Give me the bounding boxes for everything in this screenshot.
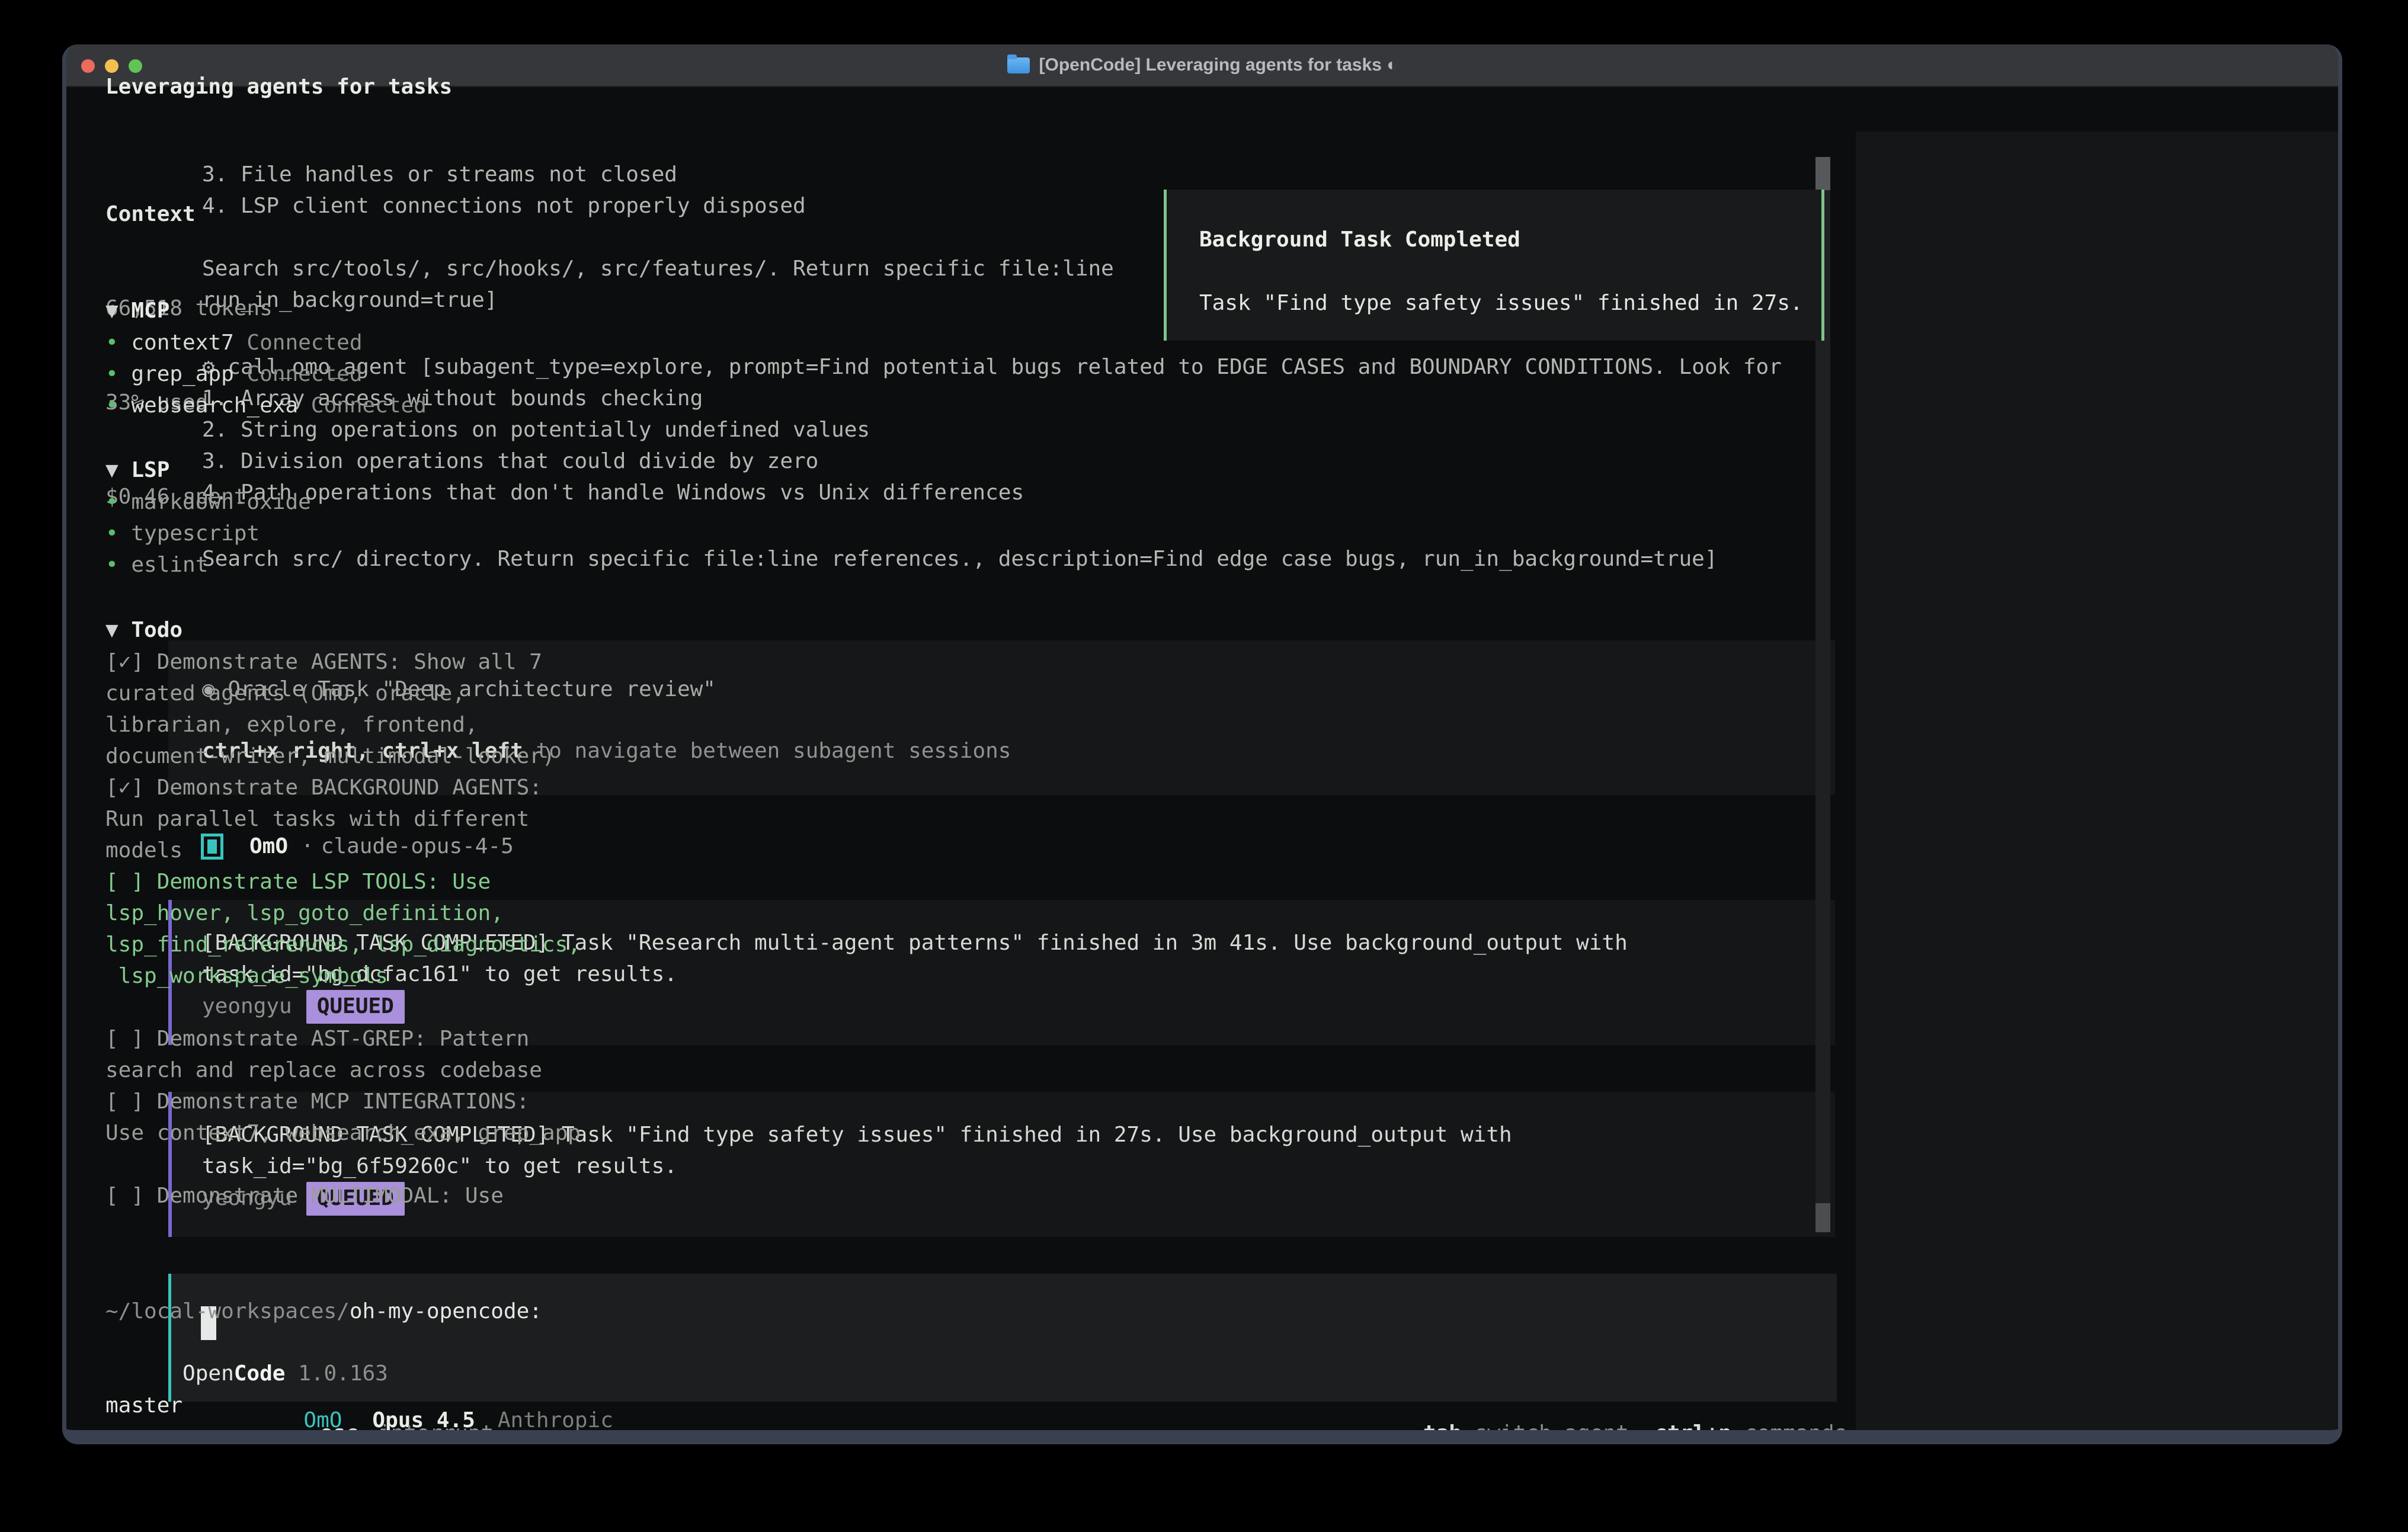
todo-list: [✓] Demonstrate AGENTS: Show all 7curate… [105, 646, 581, 1212]
todo-section-header[interactable]: ▼ Todo [105, 614, 182, 646]
notification-body: Task "Find type safety issues" finished … [1199, 287, 1803, 319]
lsp-list: • markdown-oxide• typescript• eslint [105, 486, 311, 581]
ctrlp-key-label: commands [1744, 1421, 1847, 1444]
todo-item-done: [✓] Demonstrate BACKGROUND AGENTS:Run pa… [105, 772, 581, 866]
lsp-item: • typescript [105, 518, 311, 549]
app-name: Open [182, 1361, 234, 1386]
context-heading: Context [105, 198, 273, 230]
session-title: Leveraging agents for tasks [105, 71, 452, 102]
mcp-item: • websearch_exa Connected [105, 390, 427, 421]
workspace-repo: oh-my-opencode: [350, 1299, 542, 1323]
bullet-icon: • [105, 521, 131, 546]
chevron-down-icon: ▼ [105, 299, 119, 323]
tab-key-label: switch agent [1475, 1421, 1629, 1444]
window-title: [OpenCode] Leveraging agents for tasks ◐ [1039, 55, 1398, 75]
tool-call-text: call_omo_agent [subagent_type=explore, p… [228, 355, 1782, 379]
todo-item-active: [ ] Demonstrate LSP TOOLS: Uselsp_hover,… [105, 866, 581, 992]
bullet-icon: • [105, 331, 131, 355]
chevron-down-icon: ▼ [105, 458, 119, 482]
todo-item-pending: [ ] Demonstrate AST-GREP: Patternsearch … [105, 1023, 581, 1086]
bullet-icon: • [105, 393, 131, 418]
mcp-item: • context7 Connected [105, 327, 427, 358]
app-version: OpenCode 1.0.163 [105, 1326, 388, 1421]
workspace-prefix: ~/local-workspaces/ [105, 1299, 350, 1323]
tool-call-footer: Search src/ directory. Return specific f… [202, 543, 1718, 575]
lsp-section-header[interactable]: ▼ LSP [105, 454, 169, 486]
app-name-bold: Code [234, 1361, 286, 1386]
desktop: [OpenCode] Leveraging agents for tasks ◐… [0, 0, 2408, 1532]
ctrlp-key-hint: ctrl+p [1654, 1421, 1731, 1444]
notification-toast: Background Task Completed Task "Find typ… [1164, 190, 1824, 341]
lsp-item: • eslint [105, 549, 311, 581]
chat-scrollbar-thumb-top[interactable] [1815, 157, 1830, 190]
todo-item-pending: [ ] Demonstrate MCP INTEGRATIONS:Use con… [105, 1086, 581, 1149]
terminal-window: [OpenCode] Leveraging agents for tasks ◐… [62, 44, 2342, 1444]
lsp-item: • markdown-oxide [105, 486, 311, 518]
tab-key-hint: tab [1423, 1421, 1462, 1444]
bullet-icon: • [105, 490, 131, 514]
chat-scrollbar-thumb[interactable] [1815, 1203, 1830, 1232]
sidebar [1856, 132, 2342, 1444]
version-number: 1.0.163 [285, 1361, 388, 1386]
mcp-list: • context7 Connected• grep_app Connected… [105, 327, 427, 421]
close-button[interactable] [81, 59, 95, 73]
todo-item-done: [✓] Demonstrate AGENTS: Show all 7curate… [105, 646, 581, 772]
mcp-section-header[interactable]: ▼ MCP [105, 295, 169, 326]
bullet-icon: • [105, 553, 131, 577]
bullet-icon: • [105, 362, 131, 386]
statusbar-right: tab switch agent ctrl+p commands [1423, 1418, 1847, 1444]
tool-call-header: ⚙ call_omo_agent [subagent_type=explore,… [202, 351, 1782, 383]
chevron-down-icon: ▼ [105, 618, 119, 642]
notification-title: Background Task Completed [1199, 224, 1520, 255]
chat-scrollback: 3. File handles or streams not closed4. … [202, 159, 1114, 316]
title-group: [OpenCode] Leveraging agents for tasks ◐ [1007, 55, 1398, 75]
folder-icon [1007, 57, 1030, 73]
todo-item-pending: [ ] Demonstrate MULTIMODAL: Use [105, 1180, 581, 1212]
mcp-item: • grep_app Connected [105, 358, 427, 390]
